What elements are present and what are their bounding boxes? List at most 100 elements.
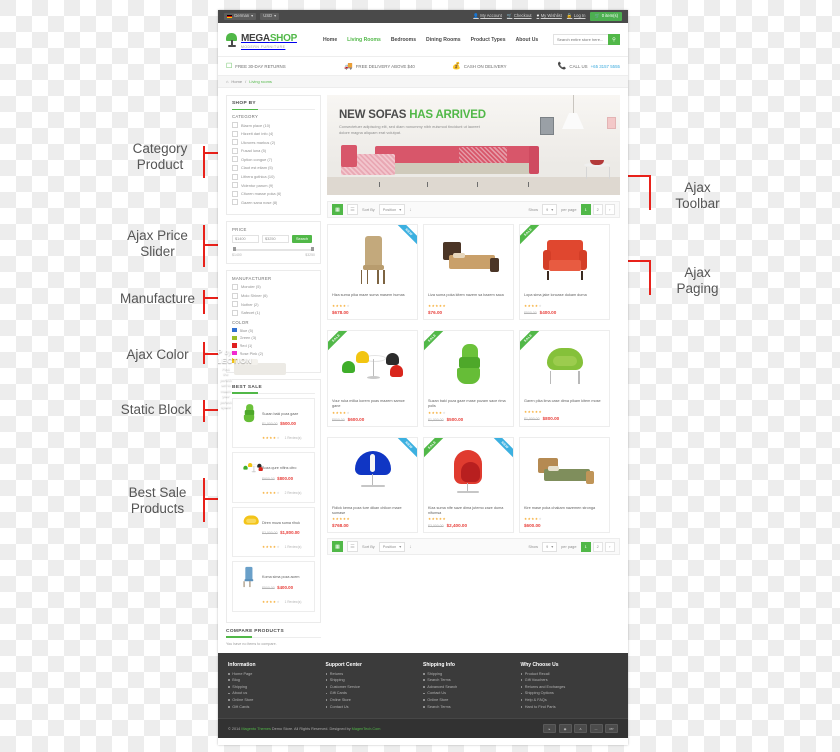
page-2-link[interactable]: 2 [592, 541, 603, 552]
price-min-input[interactable] [232, 234, 259, 243]
product-card[interactable]: Liza suma poka kitem nazem sa bazem saca… [423, 224, 514, 320]
per-page-select[interactable]: 9 ▾ [542, 204, 558, 215]
nav-item-living-rooms[interactable]: Living Rooms [347, 37, 381, 43]
category-option[interactable]: Fusad luna (5) [232, 147, 315, 154]
page-next-link[interactable]: › [604, 541, 615, 552]
color-swatch-green[interactable] [232, 335, 237, 341]
price-max-input[interactable] [262, 234, 289, 243]
brand-link[interactable]: Magento Themes [241, 727, 270, 731]
phone-number[interactable]: +65 3157 5555 [591, 64, 620, 69]
category-option[interactable]: Claot est etiam (5) [232, 164, 315, 171]
slider-handle-max[interactable] [310, 247, 314, 251]
sort-direction-button[interactable]: ↓ [409, 207, 412, 213]
category-option[interactable]: Option congue (7) [232, 156, 315, 163]
footer-link[interactable]: Returns and Exchanges [520, 685, 619, 689]
price-search-button[interactable]: Search [292, 234, 313, 243]
sort-by-select[interactable]: Position ▾ [378, 204, 406, 215]
footer-link[interactable]: Online Store [423, 698, 521, 702]
nav-item-bedrooms[interactable]: Bedrooms [391, 37, 416, 43]
manufacturer-option[interactable]: Moncler (5) [232, 283, 315, 290]
language-selector[interactable]: German ▾ [224, 12, 257, 21]
checkout-link[interactable]: 🛒 Checkout [507, 13, 532, 18]
list-view-button[interactable]: ☰ [347, 204, 358, 215]
checkbox-icon[interactable] [232, 283, 238, 290]
footer-link[interactable]: Help & FAQs [520, 698, 619, 702]
product-card[interactable]: NEW Hiza suma pika maze suma masem humas… [327, 224, 418, 320]
checkbox-icon[interactable] [232, 301, 238, 308]
footer-link[interactable]: Search Terms [423, 678, 521, 682]
nav-item-home[interactable]: Home [323, 37, 337, 43]
nav-item-about-us[interactable]: About Us [516, 37, 539, 43]
page-next-link[interactable]: › [604, 204, 615, 215]
category-option[interactable]: Clturen masse poka (6) [232, 190, 315, 197]
slider-handle-min[interactable] [233, 247, 237, 251]
my-account-link[interactable]: 👤 My Account [473, 13, 502, 18]
best-sale-item[interactable]: Diren muza suma rihuk $2,000.00 $1,800.0… [232, 506, 315, 558]
search-button[interactable]: ⚲ [608, 34, 620, 45]
footer-link[interactable]: Gift Cards [228, 705, 326, 709]
checkbox-icon[interactable] [232, 292, 238, 299]
footer-link[interactable]: Gift Vouchers [520, 678, 619, 682]
category-banner[interactable]: NEW SOFAS HAS ARRIVED Consectetuer adipi… [327, 95, 620, 195]
footer-link[interactable]: Customer Service [325, 685, 424, 689]
footer-link[interactable]: Shipping [228, 685, 326, 689]
footer-link[interactable]: Hard to Find Parts [520, 705, 619, 709]
product-card[interactable]: SALE Lopa sima jake loncase dukam duma ★… [519, 224, 610, 320]
category-option[interactable]: Videntur parum (9) [232, 182, 315, 189]
footer-link[interactable]: Shipping [325, 678, 424, 682]
page-1-link[interactable]: 1 [580, 541, 591, 552]
footer-link[interactable]: Online Store [325, 698, 424, 702]
footer-link[interactable]: Search Terms [423, 705, 521, 709]
page-1-link[interactable]: 1 [580, 204, 591, 215]
category-option[interactable]: Lithera gothica (10) [232, 173, 315, 180]
footer-link[interactable]: Home Page [228, 672, 326, 676]
footer-link[interactable]: Contact Us [423, 691, 521, 695]
checkbox-icon[interactable] [232, 199, 238, 206]
category-option[interactable]: Gazen sana nose (8) [232, 199, 315, 206]
per-page-select[interactable]: 9 ▾ [542, 541, 558, 552]
checkbox-icon[interactable] [232, 164, 238, 171]
page-2-link[interactable]: 2 [592, 204, 603, 215]
product-card[interactable]: SALE Vour ruka milka korem poas mazem sa… [327, 330, 418, 427]
checkbox-icon[interactable] [232, 309, 238, 316]
manufacturer-option[interactable]: Molo Shiner (6) [232, 292, 315, 299]
category-option[interactable]: Blazm place (10) [232, 122, 315, 128]
color-option-green[interactable]: Green (3) [232, 335, 315, 340]
grid-view-button[interactable]: ▦ [332, 204, 343, 215]
product-card[interactable]: SALE Garen pika lima case dima pikam kit… [519, 330, 610, 427]
footer-link[interactable]: Online Store [228, 698, 326, 702]
best-sale-item[interactable]: Boza qure nifins citro $900.00 $800.00 ★… [232, 452, 315, 503]
my-wishlist-link[interactable]: ♥ My Wishlist [537, 13, 562, 18]
price-slider[interactable] [233, 247, 314, 251]
category-option[interactable]: Hizzeit dari info (4) [232, 130, 315, 137]
manufacturer-option[interactable]: Nother (2) [232, 301, 315, 308]
checkbox-icon[interactable] [232, 182, 238, 189]
nav-item-dining-rooms[interactable]: Dining Rooms [426, 37, 461, 43]
color-swatch-blue[interactable] [232, 327, 237, 333]
checkbox-icon[interactable] [232, 147, 238, 154]
best-sale-item[interactable]: Koma sima poza acem $500.00 $400.00 ★★★★… [232, 561, 315, 612]
sort-by-select[interactable]: Position ▾ [378, 541, 406, 552]
footer-link[interactable]: Returns [325, 672, 424, 676]
checkbox-icon[interactable] [232, 122, 238, 128]
currency-selector[interactable]: USD ▾ [260, 12, 280, 21]
footer-link[interactable]: Advanced Search [423, 685, 521, 689]
product-card[interactable]: Kire mase poka chakam nazemen stronga ★★… [519, 436, 610, 534]
logo[interactable]: MEGASHOP MODERN FURNITURE [226, 29, 311, 49]
manufacturer-option[interactable]: Safecet (1) [232, 309, 315, 316]
sort-direction-button[interactable]: ↓ [409, 544, 412, 550]
checkbox-icon[interactable] [232, 139, 238, 146]
product-card[interactable]: SALE Suzan baki poza gaze mase pozam sac… [423, 330, 514, 427]
product-card[interactable]: SALE NEW Kiza suma nife saze dima jutemo… [423, 436, 514, 534]
product-card[interactable]: NEW Fidick kema poza ture dikan chikon m… [327, 436, 418, 534]
footer-link[interactable]: About us [228, 691, 326, 695]
search-input[interactable] [553, 34, 608, 45]
breadcrumb-home[interactable]: Home [231, 79, 242, 84]
checkbox-icon[interactable] [232, 173, 238, 180]
footer-link[interactable]: Shipping Options [520, 691, 619, 695]
log-in-link[interactable]: 🔒 Log In [567, 13, 586, 18]
checkbox-icon[interactable] [232, 130, 238, 137]
nav-item-product-types[interactable]: Product Types [471, 37, 506, 43]
footer-link[interactable]: Gift Cards [325, 691, 424, 695]
cart-button[interactable]: 🛒 0 item(s) [590, 12, 622, 21]
